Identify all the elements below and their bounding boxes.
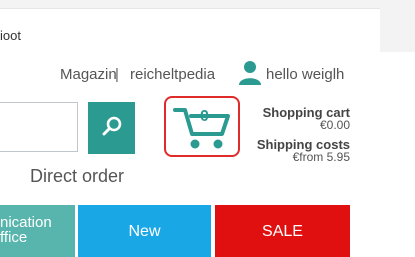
shipping-value: €from 5.95	[292, 150, 350, 164]
search-button[interactable]	[88, 102, 135, 154]
search-input[interactable]	[0, 102, 78, 152]
user-account-link[interactable]: hello weiglh	[266, 66, 344, 83]
cart-total: €0.00	[319, 118, 350, 132]
search-icon	[102, 116, 122, 136]
header-links: Magazin | reicheltpedia hello weiglh	[60, 61, 415, 86]
link-separator: |	[115, 66, 119, 83]
tile-communication-office[interactable]: nication ffice	[0, 205, 75, 257]
tile-new[interactable]: New	[78, 205, 211, 257]
magazin-link[interactable]: Magazin	[60, 66, 117, 83]
tile-new-label: New	[128, 223, 161, 240]
tile-sale[interactable]: SALE	[215, 205, 350, 257]
reicheltpedia-link[interactable]: reicheltpedia	[130, 66, 215, 83]
cart-count-badge: 0	[200, 108, 209, 125]
tile-communication-line1: nication	[0, 214, 52, 231]
top-bar-panel	[0, 8, 380, 53]
cart-summary[interactable]: Shopping cart €0.00 Shipping costs €from…	[220, 106, 350, 164]
tile-sale-label: SALE	[262, 223, 303, 240]
tile-communication-line2: ffice	[0, 229, 28, 246]
top-bar: ioot	[0, 0, 415, 53]
top-bar-text[interactable]: ioot	[0, 28, 21, 43]
user-icon[interactable]	[238, 60, 262, 86]
category-tiles: nication ffice New SALE	[0, 205, 415, 257]
direct-order-link[interactable]: Direct order	[30, 166, 124, 187]
